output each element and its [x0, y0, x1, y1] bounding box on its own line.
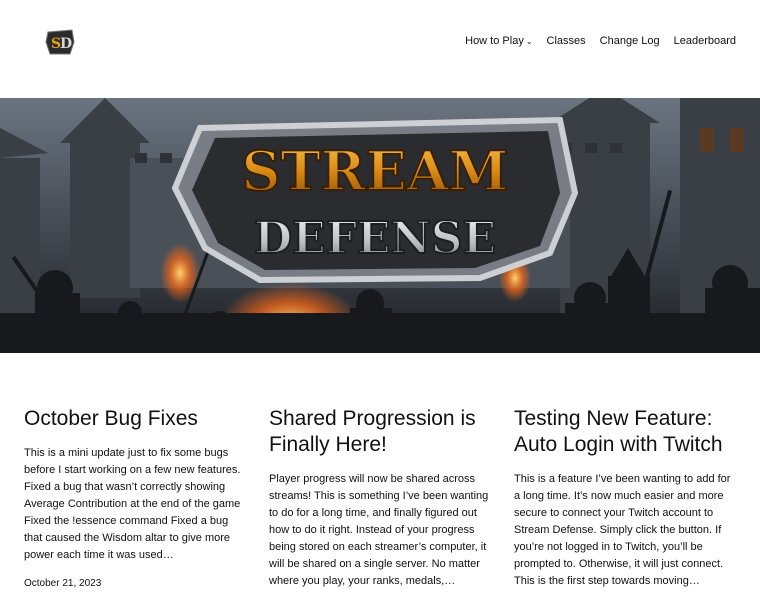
post-list: October Bug Fixes This is a mini update …: [24, 406, 736, 590]
nav-item-leaderboard[interactable]: Leaderboard: [674, 35, 736, 47]
nav-item-classes[interactable]: Classes: [547, 35, 586, 47]
svg-text:D: D: [60, 36, 72, 52]
nav-item-label: How to Play: [465, 35, 524, 47]
post-excerpt: This is a mini update just to fix some b…: [24, 447, 241, 561]
nav-item-label: Classes: [546, 35, 586, 47]
nav-item-label: Leaderboard: [673, 35, 736, 47]
site-header: S D How to Play ⌄ Classes Change Log Lea…: [0, 0, 760, 98]
post-card: Testing New Feature: Auto Login with Twi…: [514, 406, 736, 590]
stream-defense-logo: STREAM DEFENSE: [171, 116, 579, 284]
post-title[interactable]: Shared Progression is Finally Here!: [269, 406, 491, 458]
post-excerpt: Player progress will now be shared acros…: [269, 473, 489, 587]
chevron-down-icon: ⌄: [525, 37, 533, 46]
hero-illustration: STREAM DEFENSE: [0, 98, 760, 353]
site-logo-icon[interactable]: S D: [44, 28, 76, 56]
post-title[interactable]: October Bug Fixes: [24, 406, 246, 432]
post-excerpt: This is a feature I’ve been wanting to a…: [514, 473, 731, 587]
post-date: October 21, 2023: [24, 578, 102, 589]
nav-item-label: Change Log: [599, 35, 660, 47]
post-card: Shared Progression is Finally Here! Play…: [269, 406, 491, 590]
logo-line-2: DEFENSE: [254, 213, 496, 264]
hero-banner: STREAM DEFENSE: [0, 98, 760, 353]
logo-line-1: STREAM: [242, 139, 509, 203]
nav-item-change-log[interactable]: Change Log: [600, 35, 660, 47]
post-title[interactable]: Testing New Feature: Auto Login with Twi…: [514, 406, 736, 458]
nav-item-how-to-play[interactable]: How to Play ⌄: [465, 35, 532, 47]
main-nav: How to Play ⌄ Classes Change Log Leaderb…: [465, 35, 736, 47]
post-card: October Bug Fixes This is a mini update …: [24, 406, 246, 590]
